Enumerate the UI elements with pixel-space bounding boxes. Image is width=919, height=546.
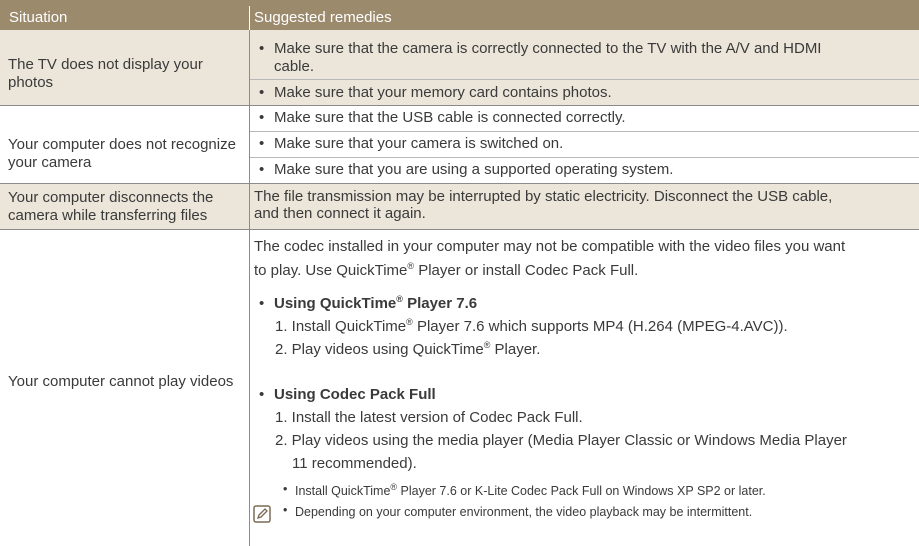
divider xyxy=(250,131,919,132)
header-remedies: Suggested remedies xyxy=(254,9,392,26)
step-text: 11 recommended). xyxy=(292,455,417,472)
remedy-text: The file transmission may be interrupted… xyxy=(254,188,833,205)
remedy-text: and then connect it again. xyxy=(254,205,426,222)
section-heading: Using QuickTime® Player 7.6 xyxy=(274,294,478,313)
divider xyxy=(250,79,919,80)
bullet: • xyxy=(259,40,265,57)
step-text: 1. Install the latest version of Codec P… xyxy=(275,409,583,426)
header-situation: Situation xyxy=(9,9,68,26)
situation-cell: Your computer does not recognize your ca… xyxy=(8,136,236,171)
step-text: 2. Play videos using the media player (M… xyxy=(275,432,847,449)
bullet: • xyxy=(259,161,265,178)
remedy-text: Make sure that you are using a supported… xyxy=(274,161,674,178)
situation-cell: Your computer cannot play videos xyxy=(8,373,234,390)
bullet: • xyxy=(259,109,265,126)
bullet: • xyxy=(259,84,265,101)
step-text: 1. Install QuickTime® Player 7.6 which s… xyxy=(275,317,788,336)
remedy-text: to play. Use QuickTime® Player or instal… xyxy=(254,261,639,280)
bullet: • xyxy=(259,386,265,403)
divider xyxy=(250,157,919,158)
remedy-text: cable. xyxy=(274,58,315,75)
situation-cell: The TV does not display your photos xyxy=(8,56,203,91)
bullet: • xyxy=(283,503,288,517)
bullet: • xyxy=(259,135,265,152)
step-text: 2. Play videos using QuickTime® Player. xyxy=(275,340,541,359)
row-divider xyxy=(0,105,919,106)
row-divider xyxy=(0,229,919,230)
situation-cell: Your computer disconnects the camera whi… xyxy=(8,189,214,224)
remedy-text: Make sure that the camera is correctly c… xyxy=(274,40,822,57)
column-divider xyxy=(249,30,250,546)
bullet: • xyxy=(259,295,265,312)
remedy-text: Make sure that your memory card contains… xyxy=(274,84,612,101)
remedy-text: Make sure that the USB cable is connecte… xyxy=(274,109,626,126)
header-divider xyxy=(249,6,250,30)
remedy-text: The codec installed in your computer may… xyxy=(254,238,846,255)
bullet: • xyxy=(283,482,288,496)
note-text: Install QuickTime® Player 7.6 or K-Lite … xyxy=(295,481,766,498)
table-header: Situation Suggested remedies xyxy=(0,0,919,30)
section-heading: Using Codec Pack Full xyxy=(274,386,436,403)
note-text: Depending on your computer environment, … xyxy=(295,505,753,519)
remedy-text: Make sure that your camera is switched o… xyxy=(274,135,564,152)
note-icon xyxy=(253,505,271,523)
